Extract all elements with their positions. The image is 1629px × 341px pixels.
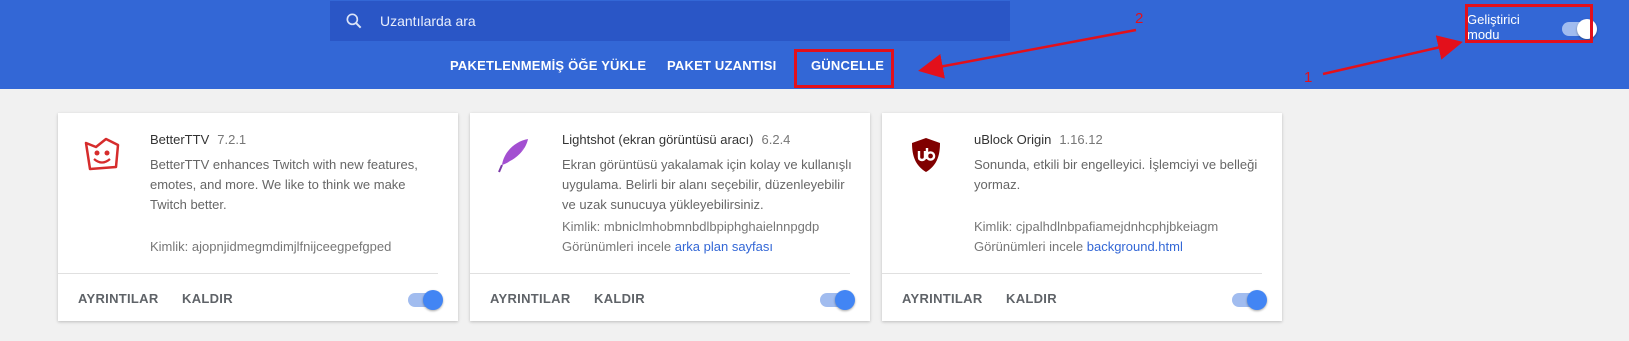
card-divider — [470, 273, 850, 274]
card-divider — [882, 273, 1262, 274]
extension-version: 6.2.4 — [761, 132, 791, 147]
toggle-knob — [1247, 290, 1267, 310]
lightshot-feather-icon — [498, 139, 528, 173]
details-button[interactable]: AYRINTILAR — [490, 291, 571, 306]
extension-enable-toggle[interactable] — [408, 290, 443, 310]
details-button[interactable]: AYRINTILAR — [902, 291, 983, 306]
inspect-views-link[interactable]: background.html — [1087, 239, 1183, 254]
extension-name: Lightshot (ekran görüntüsü aracı) — [562, 132, 754, 147]
ublock-shield-icon — [912, 138, 940, 172]
inspect-views-label: Görünümleri incele — [562, 239, 672, 254]
arrow-to-dev-mode — [1322, 35, 1463, 76]
extension-name: BetterTTV — [150, 132, 210, 147]
betterttv-icon — [84, 137, 120, 171]
extension-enable-toggle[interactable] — [820, 290, 855, 310]
extension-card-lightshot: Lightshot (ekran görüntüsü aracı) 6.2.4 E… — [470, 113, 870, 321]
extension-version: 7.2.1 — [217, 132, 247, 147]
inspect-views-link[interactable]: arka plan sayfası — [675, 239, 773, 254]
card-divider — [58, 273, 438, 274]
inspect-views: Görünümleri incele background.html — [974, 237, 1264, 257]
extension-description: BetterTTV enhances Twitch with new featu… — [150, 157, 418, 212]
extension-description: Ekran görüntüsü yakalamak için kolay ve … — [562, 157, 852, 212]
extension-description: Sonunda, etkili bir engelleyici. İşlemci… — [974, 157, 1258, 192]
extension-id: Kimlik: ajopnjidmegmdimjlfnijceegpefgped — [150, 239, 392, 254]
toggle-knob — [423, 290, 443, 310]
extension-id: Kimlik: mbniclmhobmnbdlbpiphghaielnnpgdp — [562, 219, 820, 234]
inspect-views: Görünümleri incele arka plan sayfası — [562, 237, 852, 257]
extension-enable-toggle[interactable] — [1232, 290, 1267, 310]
inspect-views-label: Görünümleri incele — [974, 239, 1084, 254]
extension-version: 1.16.12 — [1059, 132, 1103, 147]
annotation-number-2: 2 — [1135, 10, 1144, 27]
extension-name: uBlock Origin — [974, 132, 1052, 147]
toggle-knob — [835, 290, 855, 310]
extension-card-ublock-origin: uBlock Origin 1.16.12 Sonunda, etkili bir… — [882, 113, 1282, 321]
remove-button[interactable]: KALDIR — [594, 291, 645, 306]
details-button[interactable]: AYRINTILAR — [78, 291, 159, 306]
remove-button[interactable]: KALDIR — [182, 291, 233, 306]
extension-card-betterttv: BetterTTV 7.2.1 BetterTTV enhances Twitch… — [58, 113, 458, 321]
annotation-number-1: 1 — [1304, 69, 1313, 86]
extension-id: Kimlik: cjpalhdlnbpafiamejdnhcphjbkeiagm — [974, 219, 1219, 234]
arrow-to-update — [918, 28, 1137, 79]
remove-button[interactable]: KALDIR — [1006, 291, 1057, 306]
